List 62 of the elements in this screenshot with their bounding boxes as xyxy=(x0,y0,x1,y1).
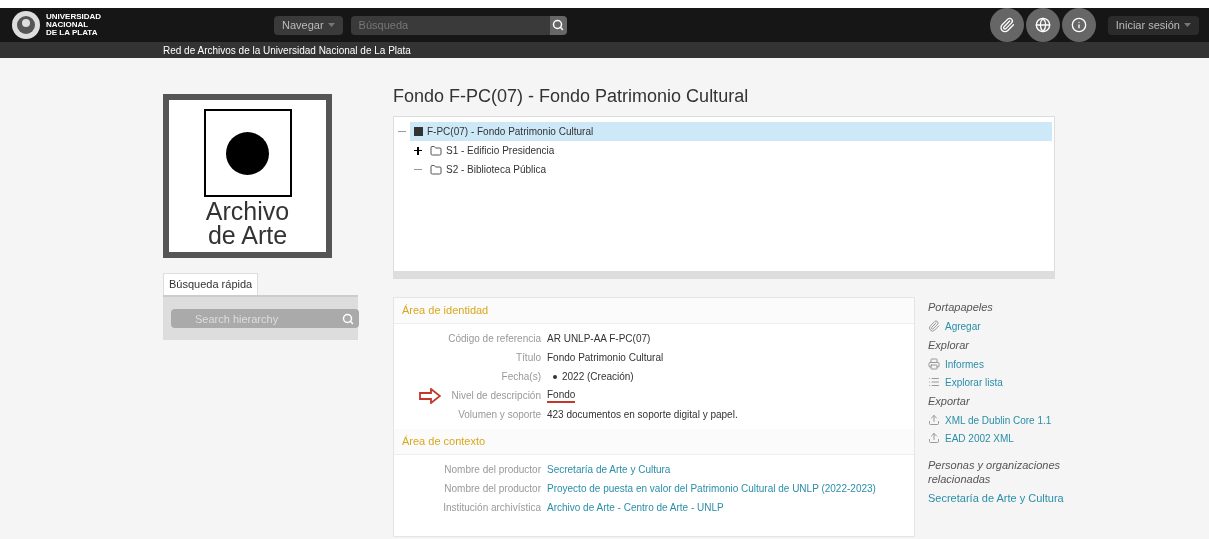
tree-connector xyxy=(398,131,406,132)
field-label: Nombre del productor xyxy=(444,463,541,477)
field-link[interactable]: Archivo de Arte - Centro de Arte - UNLP xyxy=(547,500,724,515)
section-heading[interactable]: Área de contexto xyxy=(394,429,914,455)
upload-icon xyxy=(928,414,940,426)
field-label: Código de referencia xyxy=(448,332,541,346)
field-label: Nombre del productor xyxy=(444,482,541,496)
sidebar-heading: Personas y organizaciones relacionadas xyxy=(928,458,1062,487)
search-icon xyxy=(552,19,565,31)
page-title: Fondo F-PC(07) - Fondo Patrimonio Cultural xyxy=(393,85,750,108)
search-icon xyxy=(342,312,354,325)
printer-icon xyxy=(928,358,940,370)
field-label: Volumen y soporte xyxy=(458,408,541,422)
bullet-icon xyxy=(553,374,557,379)
paperclip-icon xyxy=(928,320,940,332)
sidebar-link[interactable]: Explorar lista xyxy=(945,374,1003,390)
resize-handle[interactable] xyxy=(394,271,1054,278)
field-label: Título xyxy=(516,351,541,365)
paperclip-icon xyxy=(998,17,1015,33)
field-label: Nivel de descripción xyxy=(451,389,541,403)
sidebar-link[interactable]: XML de Dublin Core 1.1 xyxy=(945,412,1052,428)
sidebar-link[interactable]: Informes xyxy=(945,356,984,372)
sidebar-heading: Explorar xyxy=(928,338,970,353)
folder-icon xyxy=(430,163,442,176)
quick-search-tab[interactable]: Búsqueda rápida xyxy=(163,273,259,295)
login-button[interactable]: Iniciar sesión xyxy=(1107,15,1199,35)
university-name: UNIVERSIDAD NACIONAL DE LA PLATA xyxy=(46,13,102,37)
field-link[interactable]: Secretaría de Arte y Cultura xyxy=(547,462,671,477)
field-value: AR UNLP-AA F-PC(07) xyxy=(547,332,651,346)
upload-icon xyxy=(928,432,940,444)
field-label: Fecha(s) xyxy=(501,370,541,384)
globe-icon xyxy=(1034,17,1051,33)
field-value: 423 documentos en soporte digital y papel. xyxy=(547,408,738,422)
section-heading[interactable]: Área de identidad xyxy=(394,298,914,324)
sidebar-link[interactable]: Agregar xyxy=(945,318,981,334)
tree-item[interactable]: F-PC(07) - Fondo Patrimonio Cultural xyxy=(410,122,1052,141)
caret-icon xyxy=(1184,23,1191,27)
sidebar-heading: Portapapeles xyxy=(928,300,994,315)
archive-logo[interactable]: Archivo de Arte xyxy=(163,94,332,258)
language-button[interactable] xyxy=(1025,8,1060,42)
fonds-icon xyxy=(414,127,423,136)
sidebar-link[interactable]: EAD 2002 XML xyxy=(945,430,1014,446)
browse-menu-button[interactable]: Navegar xyxy=(274,15,343,35)
search-field[interactable]: Búsqueda xyxy=(350,15,550,35)
university-seal-icon xyxy=(10,10,42,40)
field-value: Fondo Patrimonio Cultural xyxy=(547,351,664,365)
site-subtitle-bar: Red de Archivos de la Universidad Nacional de La Plata xyxy=(0,42,1209,58)
expand-icon[interactable] xyxy=(414,146,422,155)
field-label: Institución archivística xyxy=(443,501,541,515)
info-button[interactable] xyxy=(1061,8,1096,42)
sidebar-heading: Exportar xyxy=(928,394,971,409)
tree-item[interactable]: S1 - Edificio Presidencia xyxy=(426,141,559,160)
caret-icon xyxy=(327,23,335,27)
tree-item[interactable]: S2 - Biblioteca Pública xyxy=(426,160,551,179)
folder-icon xyxy=(430,144,442,157)
info-icon xyxy=(1070,17,1087,33)
field-value: 2022 (Creación) xyxy=(562,370,634,384)
list-icon xyxy=(928,376,940,388)
sidebar-link[interactable]: Secretaría de Arte y Cultura xyxy=(928,489,1064,507)
field-link[interactable]: Proyecto de puesta en valor del Patrimonio Cultural de UNLP (2022-2023) xyxy=(547,481,876,496)
field-value: Fondo xyxy=(547,388,576,403)
clipboard-button[interactable] xyxy=(989,8,1024,42)
